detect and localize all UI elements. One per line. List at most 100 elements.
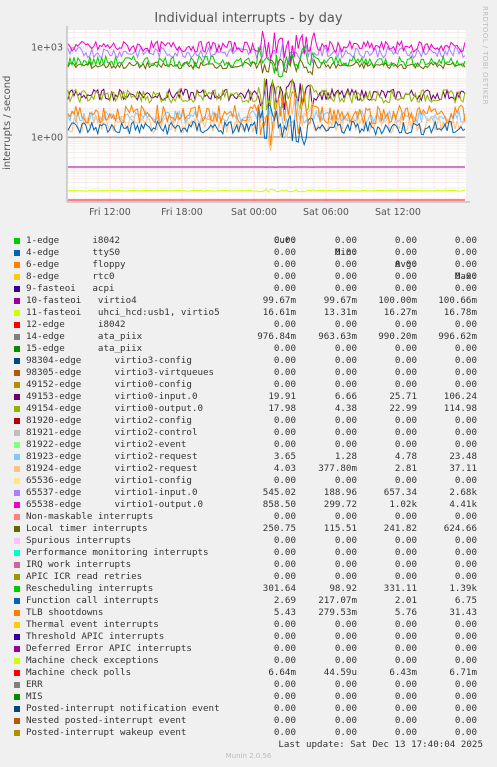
legend-series-name: MIS <box>26 691 43 702</box>
legend-avg-value: 0.00 <box>394 511 417 522</box>
legend-series-name: Posted-interrupt notification event <box>26 703 220 714</box>
legend-avg-value: 0.00 <box>394 631 417 642</box>
legend-row: 65536-edge virtio1-config 0.00 0.00 0.00 0.0… <box>0 475 497 487</box>
legend-max-value: 0.00 <box>454 679 477 690</box>
legend-max-value: 0.00 <box>454 271 477 282</box>
legend-avg-value: 331.11 <box>383 583 417 594</box>
legend-series-name: 81924-edge virtio2-request <box>26 463 198 474</box>
legend-min-value: 115.51 <box>323 523 357 534</box>
legend-avg-value: 0.00 <box>394 319 417 330</box>
legend-avg-value: 0.00 <box>394 427 417 438</box>
legend-max-value: 0.00 <box>454 475 477 486</box>
legend-swatch <box>14 694 20 700</box>
legend-avg-value: 0.00 <box>394 259 417 270</box>
legend-series-name: Local timer interrupts <box>26 523 148 534</box>
legend-swatch <box>14 274 20 280</box>
legend-max-value: 0.00 <box>454 559 477 570</box>
legend-cur-value: 16.61m <box>262 307 296 318</box>
legend-swatch <box>14 346 20 352</box>
legend-row: Posted-interrupt notification event 0.00 0… <box>0 703 497 715</box>
legend-header: Cur: Min: Avg: Max: <box>0 223 497 282</box>
legend-min-value: 0.00 <box>334 439 357 450</box>
legend-max-value: 0.00 <box>454 355 477 366</box>
legend-series-name: 49153-edge virtio0-input.0 <box>26 391 198 402</box>
legend-series-name: 98304-edge virtio3-config <box>26 355 192 366</box>
legend-series-name: Rescheduling interrupts <box>26 583 154 594</box>
x-tick-label: Sat 00:00 <box>231 207 277 218</box>
legend-max-value: 0.00 <box>454 655 477 666</box>
legend-max-value: 0.00 <box>454 259 477 270</box>
legend-min-value: 0.00 <box>334 271 357 282</box>
legend-avg-value: 0.00 <box>394 535 417 546</box>
legend-swatch <box>14 598 20 604</box>
legend-series-name: 4-edge ttyS0 <box>26 247 121 258</box>
legend-avg-value: 0.00 <box>394 679 417 690</box>
legend-row: 6-edge floppy 0.00 0.00 0.00 0.00 <box>0 259 497 271</box>
legend-swatch <box>14 394 20 400</box>
legend-min-value: 299.72 <box>323 499 357 510</box>
legend-swatch <box>14 358 20 364</box>
legend-series-name: Machine check polls <box>26 667 132 678</box>
legend-row: Machine check polls 6.64m 44.59u 6.43m 6.71m <box>0 667 497 679</box>
legend-min-value: 6.66 <box>334 391 357 402</box>
chart-plot: 1e-031e+001e+03Fri 12:00Fri 18:00Sat 00:… <box>31 26 470 218</box>
legend-cur-value: 0.00 <box>273 727 296 738</box>
legend-swatch <box>14 442 20 448</box>
x-tick-label: Sat 06:00 <box>303 207 349 218</box>
legend-min-value: 0.00 <box>334 655 357 666</box>
legend-series-name: 1-edge i8042 <box>26 235 121 246</box>
legend-series-name: 81922-edge virtio2-event <box>26 439 187 450</box>
legend-min-value: 4.38 <box>334 403 357 414</box>
legend-series-name: Function call interrupts <box>26 595 159 606</box>
legend-series-name: Thermal event interrupts <box>26 619 159 630</box>
legend-min-value: 99.67m <box>323 295 357 306</box>
legend-avg-value: 0.00 <box>394 559 417 570</box>
legend-min-value: 0.00 <box>334 679 357 690</box>
legend-min-value: 1.28 <box>334 451 357 462</box>
legend-avg-value: 0.00 <box>394 547 417 558</box>
legend-swatch <box>14 490 20 496</box>
legend-series-name: ERR <box>26 679 43 690</box>
legend-cur-value: 250.75 <box>262 523 296 534</box>
legend-min-value: 0.00 <box>334 727 357 738</box>
legend-cur-value: 99.67m <box>262 295 296 306</box>
legend-row: 65537-edge virtio1-input.0 545.02 188.96 65… <box>0 487 497 499</box>
legend-swatch <box>14 706 20 712</box>
legend-row: Spurious interrupts 0.00 0.00 0.00 0.00 <box>0 535 497 547</box>
legend-min-value: 0.00 <box>334 427 357 438</box>
legend-row: IRQ work interrupts 0.00 0.00 0.00 0.00 <box>0 559 497 571</box>
legend-max-value: 0.00 <box>454 619 477 630</box>
legend-swatch <box>14 262 20 268</box>
legend-cur-value: 5.43 <box>273 607 296 618</box>
chart-title: Individual interrupts - by day <box>154 11 343 26</box>
legend-max-value: 0.00 <box>454 691 477 702</box>
legend-cur-value: 0.00 <box>273 703 296 714</box>
legend-cur-value: 0.00 <box>273 547 296 558</box>
legend-row: Function call interrupts 2.69 217.07m 2.01 6… <box>0 595 497 607</box>
legend-swatch <box>14 514 20 520</box>
legend-avg-value: 4.78 <box>394 451 417 462</box>
legend-row: 98305-edge virtio3-virtqueues 0.00 0.00 0.0… <box>0 367 497 379</box>
legend-cur-value: 976.84m <box>257 331 296 342</box>
legend-series-name: Performance monitoring interrupts <box>26 547 209 558</box>
legend-cur-value: 545.02 <box>262 487 296 498</box>
legend-max-value: 2.68k <box>449 487 477 498</box>
legend-series-name: Nested posted-interrupt event <box>26 715 187 726</box>
legend-swatch <box>14 370 20 376</box>
legend-max-value: 0.00 <box>454 367 477 378</box>
legend-max-value: 6.71m <box>449 667 477 678</box>
legend-max-value: 6.75 <box>454 595 477 606</box>
legend-series-name: 11-fasteoi uhci_hcd:usb1, virtio5 <box>26 307 220 318</box>
legend-min-value: 0.00 <box>334 355 357 366</box>
x-tick-label: Fri 18:00 <box>161 207 203 218</box>
legend-row: 81924-edge virtio2-request 4.03 377.80m 2.8… <box>0 463 497 475</box>
legend-avg-value: 0.00 <box>394 571 417 582</box>
legend-max-value: 37.11 <box>449 463 477 474</box>
legend-cur-value: 0.00 <box>273 631 296 642</box>
legend-row: 81922-edge virtio2-event 0.00 0.00 0.00 0.00 <box>0 439 497 451</box>
legend-min-value: 0.00 <box>334 511 357 522</box>
legend-swatch <box>14 502 20 508</box>
legend-max-value: 0.00 <box>454 511 477 522</box>
legend-swatch <box>14 574 20 580</box>
legend-cur-value: 858.50 <box>262 499 296 510</box>
